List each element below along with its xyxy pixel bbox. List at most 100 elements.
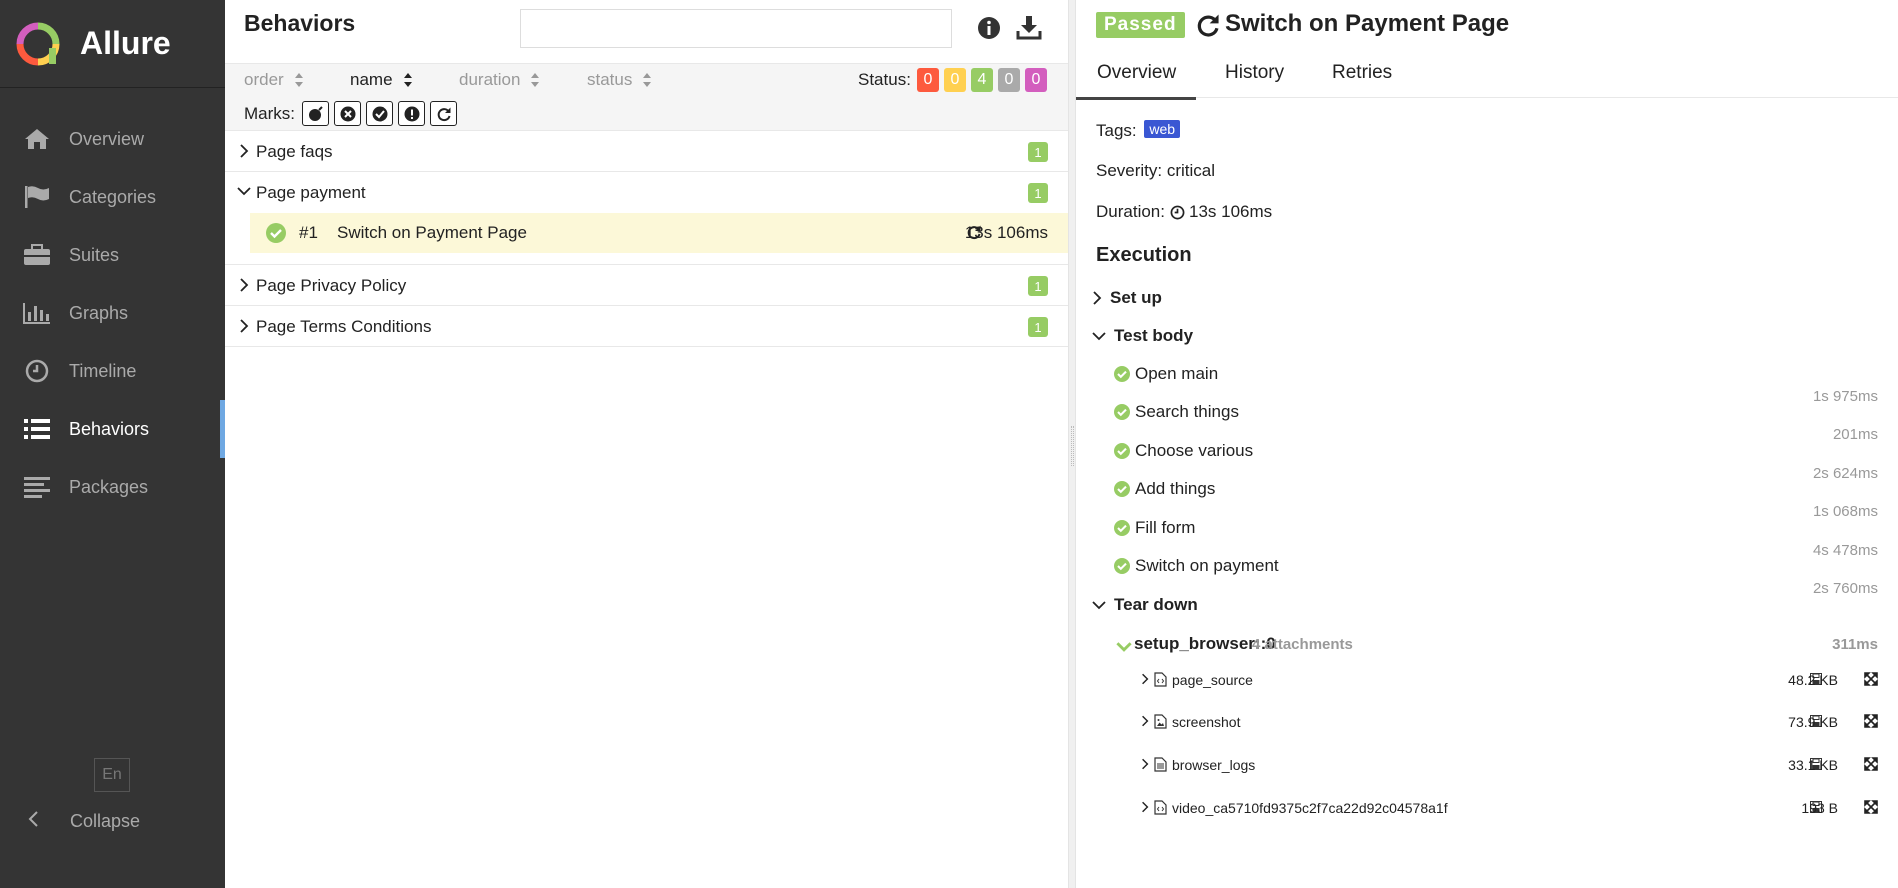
- attachment-size: 73.9 KB: [1788, 714, 1838, 730]
- status-broken-badge[interactable]: 0: [944, 68, 966, 92]
- search-input[interactable]: [520, 9, 952, 48]
- attachment-name: video_ca5710fd9375c2f7ca22d92c04578a1f: [1172, 800, 1448, 816]
- group-count-badge: 1: [1028, 317, 1048, 337]
- tags-label: Tags:: [1096, 121, 1137, 140]
- sort-status[interactable]: status: [587, 70, 652, 90]
- step-duration: 1s 975ms: [1812, 388, 1878, 405]
- splitter-grip[interactable]: [1071, 426, 1074, 466]
- sidebar-item-label: Packages: [69, 476, 149, 497]
- step-row[interactable]: Fill form: [1114, 518, 1195, 538]
- setup-section[interactable]: Set up: [1092, 288, 1162, 308]
- status-unknown-badge[interactable]: 0: [1025, 68, 1047, 92]
- mark-new-broken-button[interactable]: [398, 101, 425, 126]
- group-name: Page payment: [256, 183, 366, 202]
- chevron-right-icon: [1093, 291, 1102, 305]
- attachment-row[interactable]: video_ca5710fd9375c2f7ca22d92c04578a1f 1…: [1141, 794, 1878, 822]
- step-row[interactable]: Switch on payment: [1114, 556, 1279, 576]
- sort-icon: [531, 73, 540, 87]
- mark-flaky-button[interactable]: [302, 101, 329, 126]
- sort-duration[interactable]: duration: [459, 70, 540, 90]
- tab-history[interactable]: History: [1225, 62, 1284, 84]
- sort-icon: [403, 73, 412, 87]
- tree-group-page-faqs[interactable]: Page faqs 1: [225, 131, 1068, 172]
- step-duration: 201ms: [1832, 426, 1878, 443]
- expand-icon[interactable]: [1864, 714, 1878, 728]
- attachment-row[interactable]: page_source 48.2 KB: [1141, 666, 1878, 694]
- mark-new-passed-button[interactable]: [366, 101, 393, 126]
- mark-new-failed-button[interactable]: [334, 101, 361, 126]
- step-name: Choose various: [1135, 441, 1254, 460]
- collapse-button[interactable]: Collapse: [26, 810, 140, 833]
- sidebar-item-categories[interactable]: Categories: [0, 168, 225, 226]
- chevron-down-icon: [1092, 601, 1106, 610]
- code-file-icon: [1154, 672, 1167, 687]
- brand-name: Allure: [80, 25, 171, 61]
- sort-label: status: [587, 70, 633, 89]
- step-row[interactable]: Add things: [1114, 479, 1215, 499]
- step-row[interactable]: Open main: [1114, 364, 1218, 384]
- sidebar-item-suites[interactable]: Suites: [0, 226, 225, 284]
- section-label: Test body: [1114, 326, 1194, 345]
- attachment-row[interactable]: screenshot 73.9 KB: [1141, 708, 1878, 736]
- execution-title: Execution: [1096, 244, 1192, 266]
- status-skipped-badge[interactable]: 0: [998, 68, 1020, 92]
- chevron-right-icon: [240, 144, 249, 158]
- tree-group-page-terms-conditions[interactable]: Page Terms Conditions 1: [225, 306, 1068, 347]
- expand-icon[interactable]: [1864, 800, 1878, 814]
- info-icon[interactable]: [977, 16, 1001, 40]
- duration-label: Duration:: [1096, 202, 1165, 221]
- sort-name[interactable]: name: [350, 70, 413, 90]
- attachment-row[interactable]: browser_logs 33.1 KB: [1141, 751, 1878, 779]
- test-row[interactable]: #1 Switch on Payment Page 13s 106ms: [250, 213, 1068, 253]
- teardown-fixture-row[interactable]: setup_browser::0 4 attachments 311ms: [1116, 634, 1878, 658]
- sort-label: order: [244, 70, 284, 89]
- download-icon[interactable]: [1016, 14, 1042, 40]
- sort-icon: [643, 73, 652, 87]
- pane-splitter[interactable]: [1068, 0, 1076, 888]
- sidebar-item-label: Overview: [69, 128, 145, 149]
- sort-order[interactable]: order: [244, 70, 304, 90]
- list-icon: [22, 416, 52, 442]
- passed-status-icon: [1114, 366, 1130, 382]
- language-selector[interactable]: En: [94, 758, 130, 792]
- step-row[interactable]: Choose various: [1114, 441, 1253, 461]
- test-number: #1: [299, 223, 318, 242]
- times-circle-icon: [340, 106, 355, 121]
- marks-label: Marks:: [244, 104, 295, 123]
- sort-icon: [294, 73, 303, 87]
- bomb-icon: [308, 105, 323, 121]
- sidebar-item-overview[interactable]: Overview: [0, 110, 225, 168]
- group-count-badge: 1: [1028, 276, 1048, 296]
- expand-icon[interactable]: [1864, 757, 1878, 771]
- status-passed-badge[interactable]: 4: [971, 68, 993, 92]
- status-failed-badge[interactable]: 0: [917, 68, 939, 92]
- step-row[interactable]: Search things: [1114, 402, 1239, 422]
- chevron-right-icon: [1142, 673, 1149, 685]
- severity-line: Severity: critical: [1096, 161, 1216, 180]
- tab-retries[interactable]: Retries: [1332, 62, 1392, 84]
- step-duration: 2s 624ms: [1812, 465, 1878, 482]
- test-title: Switch on Payment Page: [1225, 10, 1510, 37]
- tab-overview[interactable]: Overview: [1075, 62, 1197, 100]
- brand[interactable]: Allure: [0, 0, 225, 88]
- expand-icon[interactable]: [1864, 672, 1878, 686]
- sidebar-item-packages[interactable]: Packages: [0, 458, 225, 516]
- sort-label: name: [350, 70, 393, 89]
- sidebar-item-behaviors[interactable]: Behaviors: [0, 400, 225, 458]
- sidebar: Allure Overview Categories Suites Graphs…: [0, 0, 225, 888]
- sidebar-item-label: Suites: [69, 244, 120, 265]
- tree-group-page-payment[interactable]: Page payment 1 #1 Switch on Payment Page…: [225, 172, 1068, 265]
- section-label: Tear down: [1114, 595, 1198, 614]
- status-filter-label: Status:: [858, 70, 911, 89]
- sidebar-item-timeline[interactable]: Timeline: [0, 342, 225, 400]
- step-name: Open main: [1135, 364, 1219, 383]
- marks-bar: Marks:: [225, 98, 1068, 131]
- tree-group-page-privacy-policy[interactable]: Page Privacy Policy 1: [225, 265, 1068, 306]
- group-count-badge: 1: [1028, 142, 1048, 162]
- mark-retries-button[interactable]: [430, 101, 457, 126]
- group-name: Page Terms Conditions: [256, 317, 432, 336]
- sidebar-item-graphs[interactable]: Graphs: [0, 284, 225, 342]
- chevron-right-icon: [1142, 758, 1149, 770]
- teardown-section[interactable]: Tear down: [1092, 595, 1198, 615]
- test-body-section[interactable]: Test body: [1092, 326, 1193, 346]
